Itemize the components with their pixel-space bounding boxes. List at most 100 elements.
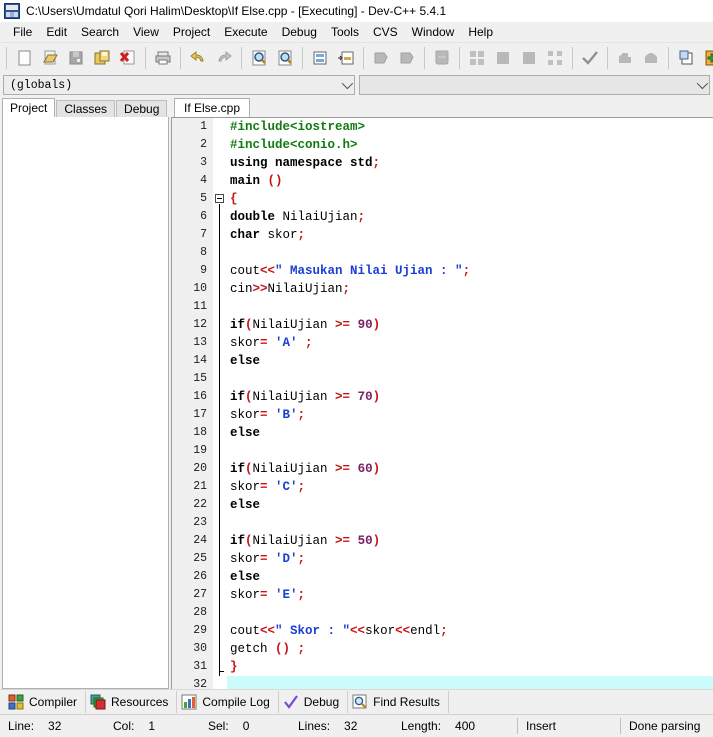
status-length-label: Length:: [401, 719, 442, 733]
toolbar-separator: [363, 47, 364, 69]
menu-item-search[interactable]: Search: [74, 23, 126, 41]
line-number: 24: [193, 534, 207, 547]
fold-collapse-icon[interactable]: [215, 194, 224, 203]
compile-icon[interactable]: [368, 45, 394, 71]
goto-line-icon[interactable]: [307, 45, 333, 71]
code-line[interactable]: [227, 244, 713, 262]
code-line[interactable]: else: [227, 496, 713, 514]
profile-icon[interactable]: [542, 45, 568, 71]
bottom-tab-debug[interactable]: Debug: [279, 691, 349, 713]
find-icon[interactable]: [246, 45, 272, 71]
panel-tab-debug[interactable]: Debug: [116, 100, 168, 117]
menu-item-file[interactable]: File: [6, 23, 39, 41]
project-options-icon[interactable]: [612, 45, 638, 71]
code-token: NilaiUjian: [267, 282, 343, 296]
code-line[interactable]: if(NilaiUjian >= 60): [227, 460, 713, 478]
goto-function-icon[interactable]: [333, 45, 359, 71]
line-number-gutter: 1 2 3 4 5 6 7 8 9 10 11 12 13 14 15 16 17 18 19 20 21 22 23 24 2…: [172, 118, 213, 689]
debug-icon[interactable]: [516, 45, 542, 71]
menu-item-edit[interactable]: Edit: [39, 23, 74, 41]
code-token: (: [245, 318, 253, 332]
line-number: 23: [193, 516, 207, 529]
fold-gutter[interactable]: [213, 118, 227, 689]
menu-item-cvs[interactable]: CVS: [366, 23, 405, 41]
editor-tab-if-else-cpp[interactable]: If Else.cpp: [174, 98, 251, 117]
bottom-tab-resources[interactable]: Resources: [86, 691, 178, 713]
code-line[interactable]: if(NilaiUjian >= 70): [227, 388, 713, 406]
save-file-icon[interactable]: [63, 45, 89, 71]
code-line[interactable]: double NilaiUjian;: [227, 208, 713, 226]
code-token: =: [260, 336, 268, 350]
code-line[interactable]: else: [227, 568, 713, 586]
code-line[interactable]: skor= 'D';: [227, 550, 713, 568]
window-list-icon[interactable]: [673, 45, 699, 71]
save-all-icon[interactable]: [89, 45, 115, 71]
code-line[interactable]: if(NilaiUjian >= 50): [227, 532, 713, 550]
code-line[interactable]: #include<iostream>: [227, 118, 713, 136]
new-file-icon[interactable]: [11, 45, 37, 71]
code-token: 'E': [267, 588, 298, 602]
line-number: 16: [193, 390, 207, 403]
panel-tab-project[interactable]: Project: [2, 98, 56, 117]
code-line[interactable]: main (): [227, 172, 713, 190]
menu-item-debug[interactable]: Debug: [275, 23, 324, 41]
menu-item-view[interactable]: View: [126, 23, 166, 41]
code-text-area[interactable]: #include<iostream> #include<conio.h> using…: [227, 118, 713, 689]
code-line[interactable]: using namespace std;: [227, 154, 713, 172]
project-tree[interactable]: [2, 117, 169, 689]
code-line[interactable]: getch () ;: [227, 640, 713, 658]
compile-run-icon[interactable]: [429, 45, 455, 71]
undo-icon[interactable]: [185, 45, 211, 71]
code-token: >>: [252, 282, 268, 296]
open-file-icon[interactable]: [37, 45, 63, 71]
code-line[interactable]: cout<<" Masukan Nilai Ujian : ";: [227, 262, 713, 280]
menu-item-project[interactable]: Project: [166, 23, 217, 41]
member-combo[interactable]: [359, 75, 710, 95]
code-line[interactable]: [227, 442, 713, 460]
stop-execution-icon[interactable]: [490, 45, 516, 71]
code-line[interactable]: skor= 'C';: [227, 478, 713, 496]
run-icon[interactable]: [394, 45, 420, 71]
code-line[interactable]: else: [227, 424, 713, 442]
menu-item-tools[interactable]: Tools: [324, 23, 366, 41]
compiler-options-icon[interactable]: [638, 45, 664, 71]
code-line[interactable]: if(NilaiUjian >= 90): [227, 316, 713, 334]
code-editor[interactable]: 1 2 3 4 5 6 7 8 9 10 11 12 13 14 15 16 17 18 19 20 21 22 23 24 2…: [171, 117, 713, 689]
code-line[interactable]: [227, 604, 713, 622]
code-line[interactable]: {: [227, 190, 713, 208]
check-syntax-icon[interactable]: [577, 45, 603, 71]
code-line[interactable]: [227, 370, 713, 388]
print-icon[interactable]: [150, 45, 176, 71]
code-line[interactable]: [227, 298, 713, 316]
code-line[interactable]: [227, 514, 713, 532]
code-line[interactable]: skor= 'A' ;: [227, 334, 713, 352]
menu-bar: File Edit Search View Project Execute Debug Too…: [0, 22, 713, 42]
bottom-tab-compiler[interactable]: Compiler: [4, 691, 87, 713]
code-line[interactable]: [227, 676, 713, 689]
code-line[interactable]: }: [227, 658, 713, 676]
code-line[interactable]: skor= 'B';: [227, 406, 713, 424]
close-file-icon[interactable]: [115, 45, 141, 71]
menu-item-execute[interactable]: Execute: [217, 23, 274, 41]
find-replace-icon[interactable]: [272, 45, 298, 71]
redo-icon[interactable]: [211, 45, 237, 71]
code-line[interactable]: else: [227, 352, 713, 370]
code-line[interactable]: char skor;: [227, 226, 713, 244]
bottom-panel-tabs: Compiler Resources Compile Log Debug Find Re…: [0, 689, 713, 714]
bottom-tab-find-results[interactable]: Find Results: [348, 691, 449, 713]
menu-item-help[interactable]: Help: [461, 23, 500, 41]
code-line[interactable]: #include<conio.h>: [227, 136, 713, 154]
rebuild-all-icon[interactable]: [464, 45, 490, 71]
bottom-tab-compile-log[interactable]: Compile Log: [177, 691, 279, 713]
status-col-label: Col:: [113, 719, 135, 733]
panel-tab-classes[interactable]: Classes: [56, 100, 116, 117]
code-token: else: [230, 570, 261, 584]
add-to-project-icon[interactable]: [699, 45, 713, 71]
scope-combo[interactable]: (globals): [3, 75, 355, 95]
menu-item-window[interactable]: Window: [405, 23, 462, 41]
code-line[interactable]: cout<<" Skor : "<<skor<<endl;: [227, 622, 713, 640]
status-length: Length: 400: [393, 715, 517, 737]
code-line[interactable]: cin>>NilaiUjian;: [227, 280, 713, 298]
code-line[interactable]: skor= 'E';: [227, 586, 713, 604]
code-token: <<: [395, 624, 411, 638]
